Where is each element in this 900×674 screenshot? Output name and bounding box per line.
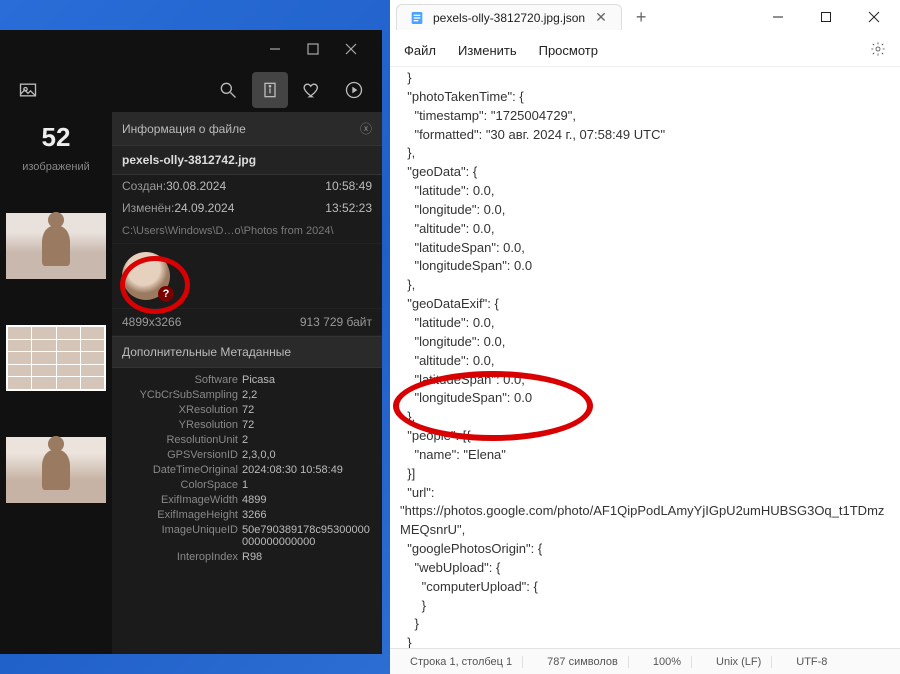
thumbnail[interactable]: [6, 437, 106, 503]
metadata-row: ResolutionUnit2: [112, 432, 382, 447]
viewer-toolbar: [0, 68, 382, 112]
viewer-titlebar: [0, 30, 382, 68]
notepad-menubar: Файл Изменить Просмотр: [390, 35, 900, 67]
thumbnail[interactable]: [6, 213, 106, 279]
status-charcount: 787 символов: [537, 656, 629, 668]
notepad-text-area[interactable]: } "photoTakenTime": { "timestamp": "1725…: [390, 67, 900, 648]
metadata-row: ExifImageHeight3266: [112, 507, 382, 522]
status-eol: Unix (LF): [706, 656, 772, 668]
file-path: C:\Users\Windows\D…o\Photos from 2024\: [112, 219, 382, 244]
notepad-titlebar: pexels-olly-3812720.jpg.json ✕ +: [390, 0, 900, 35]
close-button[interactable]: [336, 34, 366, 64]
metadata-row: InteropIndexR98: [112, 549, 382, 564]
metadata-row: ExifImageWidth4899: [112, 492, 382, 507]
thumbnail[interactable]: [6, 325, 106, 391]
minimize-button[interactable]: [758, 2, 798, 32]
metadata-row: GPSVersionID2,3,0,0: [112, 447, 382, 462]
notepad-window: pexels-olly-3812720.jpg.json ✕ + Файл Из…: [390, 0, 900, 674]
info-header-label: Информация о файле: [122, 122, 246, 136]
info-panel: Информация о файле ⓧ pexels-olly-3812742…: [112, 112, 382, 654]
menu-edit[interactable]: Изменить: [458, 43, 517, 58]
play-icon[interactable]: [336, 72, 372, 108]
metadata-row: DateTimeOriginal2024:08:30 10:58:49: [112, 462, 382, 477]
metadata-row: ColorSpace1: [112, 477, 382, 492]
metadata-row: ImageUniqueID50e790389178c95300000000000…: [112, 522, 382, 549]
modified-row: Изменён: 24.09.2024 13:52:23: [112, 197, 382, 219]
image-viewer-window: 52 изображений Информация о файле ⓧ pexe…: [0, 30, 382, 654]
info-icon[interactable]: [252, 72, 288, 108]
metadata-table: SoftwarePicasaYCbCrSubSampling2,2XResolu…: [112, 368, 382, 568]
heart-icon[interactable]: [294, 72, 330, 108]
metadata-row: YCbCrSubSampling2,2: [112, 387, 382, 402]
info-header: Информация о файле ⓧ: [112, 112, 382, 146]
notepad-statusbar: Строка 1, столбец 1 787 символов 100% Un…: [390, 648, 900, 674]
metadata-row: XResolution72: [112, 402, 382, 417]
extra-metadata-header: Дополнительные Метаданные: [112, 336, 382, 368]
face-unknown-badge: ?: [158, 286, 174, 302]
dimensions-row: 4899x3266 913 729 байт: [112, 309, 382, 336]
menu-view[interactable]: Просмотр: [539, 43, 598, 58]
add-tab-button[interactable]: +: [628, 7, 655, 28]
notepad-tab[interactable]: pexels-olly-3812720.jpg.json ✕: [396, 4, 622, 30]
metadata-row: SoftwarePicasa: [112, 372, 382, 387]
metadata-row: YResolution72: [112, 417, 382, 432]
minimize-button[interactable]: [260, 34, 290, 64]
search-icon[interactable]: [210, 72, 246, 108]
close-panel-icon[interactable]: ⓧ: [360, 120, 372, 137]
tab-close-icon[interactable]: ✕: [593, 9, 609, 26]
thumbnail-strip: 52 изображений: [0, 112, 112, 654]
image-icon[interactable]: [10, 72, 46, 108]
status-encoding: UTF-8: [786, 656, 837, 668]
created-row: Создан: 30.08.2024 10:58:49: [112, 175, 382, 197]
tab-title: pexels-olly-3812720.jpg.json: [433, 11, 585, 25]
maximize-button[interactable]: [298, 34, 328, 64]
maximize-button[interactable]: [806, 2, 846, 32]
close-button[interactable]: [854, 2, 894, 32]
notepad-app-icon: [409, 10, 425, 26]
face-row: ?: [112, 244, 382, 309]
image-count: 52: [42, 122, 71, 153]
image-count-label: изображений: [22, 161, 90, 173]
menu-file[interactable]: Файл: [404, 43, 436, 58]
settings-icon[interactable]: [870, 41, 886, 60]
status-zoom: 100%: [643, 656, 692, 668]
status-position: Строка 1, столбец 1: [400, 656, 523, 668]
filename: pexels-olly-3812742.jpg: [112, 146, 382, 175]
